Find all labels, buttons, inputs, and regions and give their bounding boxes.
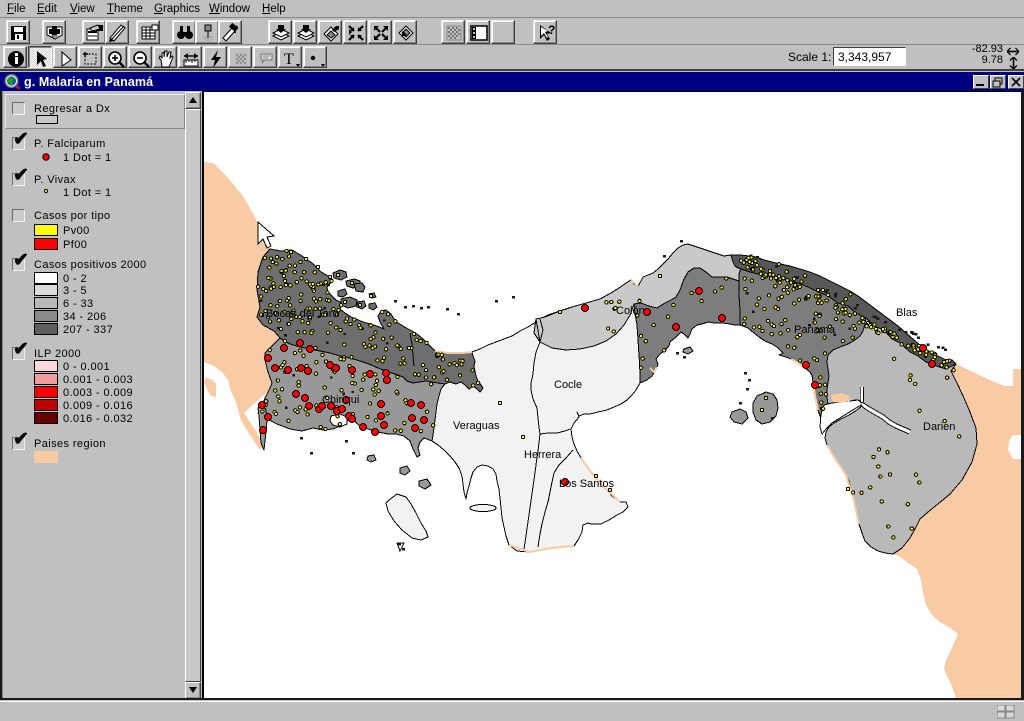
- svg-text:Blas: Blas: [896, 307, 918, 319]
- svg-text:Los Santos: Los Santos: [559, 478, 615, 490]
- svg-text:Bocas del Toro: Bocas del Toro: [266, 308, 339, 320]
- svg-text:Veraguas: Veraguas: [453, 420, 500, 432]
- svg-text:T: T: [284, 51, 294, 68]
- svg-text:?: ?: [548, 23, 555, 37]
- svg-text:Chiriqui: Chiriqui: [322, 394, 359, 406]
- svg-text:Darien: Darien: [923, 421, 955, 433]
- svg-text:Cocle: Cocle: [554, 379, 582, 391]
- svg-text:Colón: Colón: [616, 305, 645, 317]
- svg-text:Herrera: Herrera: [524, 449, 562, 461]
- svg-text:Panama: Panama: [794, 324, 836, 336]
